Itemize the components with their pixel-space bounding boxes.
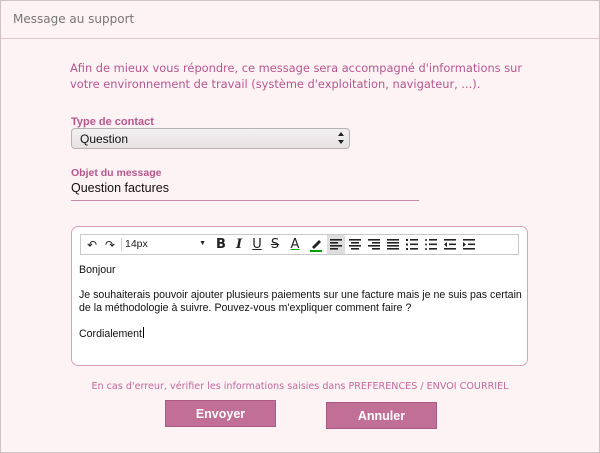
bold-button[interactable]: B <box>212 235 230 254</box>
editor-toolbar: ↶ ↷ 14px ▼ B I U S A <box>80 234 519 255</box>
unordered-list-icon[interactable] <box>422 235 440 254</box>
align-center-icon[interactable] <box>346 235 364 254</box>
align-right-icon[interactable] <box>365 235 383 254</box>
contact-type-value: Question <box>80 132 129 146</box>
text-cursor <box>143 327 145 338</box>
support-message-dialog: Message au support Afin de mieux vous ré… <box>0 0 600 453</box>
dialog-title: Message au support <box>13 12 135 26</box>
highlight-icon[interactable] <box>307 235 325 254</box>
message-closing-line: Cordialement <box>79 327 523 341</box>
editor-content[interactable]: Bonjour Je souhaiterais pouvoir ajouter … <box>79 264 523 362</box>
contact-type-select[interactable]: Question <box>71 128 350 149</box>
undo-icon[interactable]: ↶ <box>83 235 101 254</box>
strikethrough-button[interactable]: S <box>266 235 284 254</box>
send-button[interactable]: Envoyer <box>165 400 276 427</box>
error-hint: En cas d'erreur, vérifier les informatio… <box>91 381 509 392</box>
italic-button[interactable]: I <box>230 235 248 254</box>
ordered-list-icon[interactable] <box>403 235 421 254</box>
align-justify-icon[interactable] <box>384 235 402 254</box>
contact-type-label: Type de contact <box>71 116 154 128</box>
message-editor: ↶ ↷ 14px ▼ B I U S A Bonjour Je souhaite… <box>71 226 528 366</box>
subject-input[interactable] <box>71 180 411 196</box>
caret-down-icon: ▼ <box>199 240 206 247</box>
align-left-icon[interactable] <box>327 235 345 254</box>
font-color-button[interactable]: A <box>286 235 304 254</box>
message-closing: Cordialement <box>79 328 143 340</box>
select-arrows-icon <box>338 132 344 144</box>
font-size-select[interactable]: 14px ▼ <box>123 235 209 254</box>
cancel-button[interactable]: Annuler <box>326 402 437 429</box>
redo-icon[interactable]: ↷ <box>101 235 119 254</box>
message-greeting: Bonjour <box>79 264 116 276</box>
outdent-icon[interactable] <box>441 235 459 254</box>
toolbar-divider <box>121 238 122 251</box>
font-size-value: 14px <box>125 238 148 250</box>
dialog-titlebar: Message au support <box>1 1 599 39</box>
intro-text: Afin de mieux vous répondre, ce message … <box>70 61 523 91</box>
message-paragraph: Je souhaiterais pouvoir ajouter plusieur… <box>79 289 522 314</box>
subject-field <box>71 177 419 201</box>
underline-button[interactable]: U <box>248 235 266 254</box>
indent-icon[interactable] <box>460 235 478 254</box>
